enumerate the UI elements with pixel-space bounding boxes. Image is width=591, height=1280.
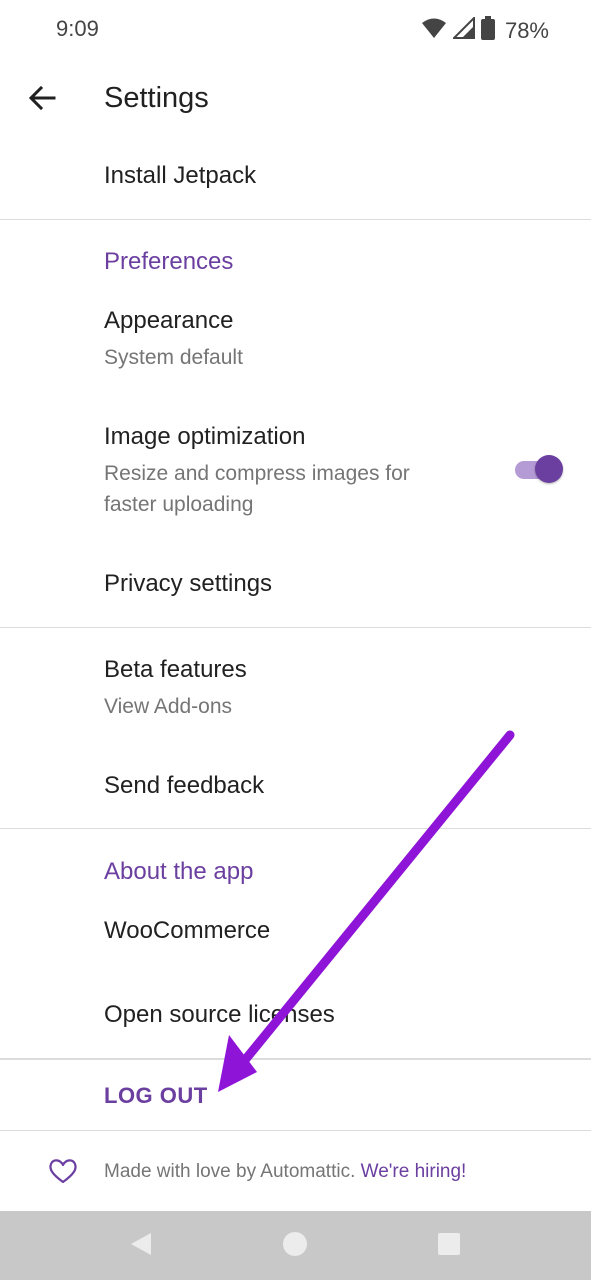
wifi-icon bbox=[421, 17, 447, 44]
image-optimization-switch[interactable] bbox=[515, 455, 563, 483]
about-header: About the app bbox=[104, 858, 254, 885]
open-source-licenses-item[interactable]: Open source licenses bbox=[0, 980, 591, 1058]
back-triangle-icon bbox=[127, 1231, 153, 1262]
divider bbox=[0, 1130, 591, 1131]
send-feedback-label: Send feedback bbox=[104, 772, 265, 799]
app-toolbar: Settings bbox=[0, 60, 591, 140]
footer-text: Made with love by Automattic. We're hiri… bbox=[104, 1161, 466, 1183]
open-source-licenses-label: Open source licenses bbox=[104, 1001, 335, 1028]
appearance-label: Appearance bbox=[104, 307, 234, 334]
woocommerce-label: WooCommerce bbox=[104, 917, 271, 944]
footer-credit: Made with love by Automattic. bbox=[104, 1161, 356, 1182]
page-title: Settings bbox=[104, 82, 209, 114]
divider bbox=[0, 828, 591, 829]
preferences-header: Preferences bbox=[104, 248, 234, 275]
home-circle-icon bbox=[281, 1230, 309, 1263]
nav-back-button[interactable] bbox=[125, 1231, 155, 1261]
woocommerce-item[interactable]: WooCommerce bbox=[0, 895, 591, 975]
battery-percent: 78% bbox=[504, 17, 549, 43]
privacy-settings-label: Privacy settings bbox=[104, 570, 273, 597]
image-optimization-label: Image optimization bbox=[104, 423, 306, 450]
appearance-item[interactable]: Appearance System default bbox=[0, 290, 591, 400]
appearance-value: System default bbox=[104, 346, 243, 369]
hiring-link[interactable]: We're hiring! bbox=[361, 1161, 467, 1182]
divider bbox=[0, 627, 591, 628]
image-optimization-desc-line2: faster uploading bbox=[104, 493, 254, 516]
logout-button[interactable]: LOG OUT bbox=[104, 1083, 208, 1109]
status-bar: 9:09 78% bbox=[0, 0, 591, 60]
install-jetpack-label: Install Jetpack bbox=[104, 162, 257, 189]
image-optimization-item[interactable]: Image optimization Resize and compress i… bbox=[0, 405, 591, 545]
privacy-settings-item[interactable]: Privacy settings bbox=[0, 550, 591, 627]
nav-home-button[interactable] bbox=[280, 1231, 310, 1261]
battery-icon bbox=[480, 16, 495, 45]
image-optimization-desc-line1: Resize and compress images for bbox=[104, 462, 410, 485]
heart-icon bbox=[47, 1155, 79, 1187]
divider bbox=[0, 219, 591, 220]
back-button[interactable] bbox=[22, 80, 62, 120]
cell-signal-icon bbox=[451, 15, 475, 44]
install-jetpack-item[interactable]: Install Jetpack bbox=[0, 140, 591, 219]
beta-features-label: Beta features bbox=[104, 656, 247, 683]
logout-item[interactable] bbox=[0, 1060, 591, 1130]
status-icons: 78% bbox=[421, 15, 549, 45]
nav-recents-button[interactable] bbox=[434, 1231, 464, 1261]
recents-square-icon bbox=[437, 1232, 461, 1261]
status-time: 9:09 bbox=[56, 16, 99, 41]
arrow-left-icon bbox=[28, 84, 56, 117]
beta-features-item[interactable]: Beta features View Add-ons bbox=[0, 635, 591, 745]
switch-thumb bbox=[535, 455, 563, 483]
system-nav-bar bbox=[0, 1211, 591, 1280]
send-feedback-item[interactable]: Send feedback bbox=[0, 750, 591, 828]
beta-features-value: View Add-ons bbox=[104, 695, 233, 718]
